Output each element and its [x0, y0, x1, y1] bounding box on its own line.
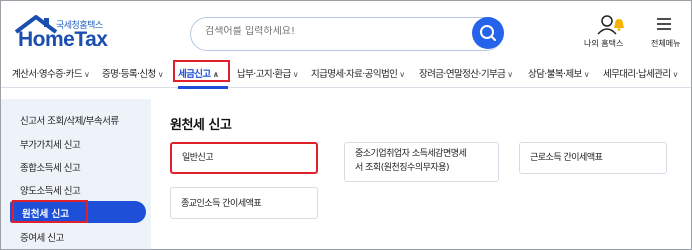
nav-item-payment-refund[interactable]: 납부·고지·환급 ∨: [237, 66, 299, 80]
chevron-down-icon: ∨: [583, 70, 590, 79]
chevron-down-icon: ∨: [399, 70, 405, 79]
card-sme-exemption-lookup[interactable]: 중소기업취업자 소득세감면명세 서 조회(원천징수의무자용): [344, 142, 499, 182]
page-title: 원천세 신고: [170, 118, 232, 133]
sidebar-item-filing-lookup[interactable]: 신고서 조회/삭제/부속서류: [20, 113, 119, 127]
search-icon: [480, 25, 496, 41]
card-general-filing[interactable]: 일반신고: [170, 142, 318, 174]
nav-item-certificate-registration[interactable]: 증명·등록·신청 ∨: [102, 66, 164, 80]
card-label-line2: 서 조회(원천징수의무자용): [355, 163, 449, 173]
nav-item-consultation-appeal[interactable]: 상담·불복·제보 ∨: [528, 66, 590, 80]
my-hometax-label: 나의 홈택스: [584, 39, 624, 48]
nav-item-incentive-yearend[interactable]: 장려금·연말정산·기부금 ∨: [419, 66, 513, 80]
hamburger-menu-icon: [657, 18, 671, 30]
chevron-down-icon: ∨: [672, 70, 679, 79]
nav-active-underline: [178, 86, 228, 89]
nav-item-tax-agent[interactable]: 세무대리·납세관리 ∨: [603, 66, 678, 80]
card-earned-income-table[interactable]: 근로소득 간이세액표: [519, 142, 667, 174]
nav-item-statements-data[interactable]: 지급명세·자료·공익법인 ∨: [311, 66, 405, 80]
all-menu-label: 전체메뉴: [651, 39, 681, 48]
logo-text: HomeTax: [18, 28, 108, 51]
sidebar-item-capital-gains[interactable]: 양도소득세 신고: [20, 183, 81, 197]
card-label: 종교인소득 간이세액표: [181, 199, 262, 209]
nav-item-invoice-receipt-card[interactable]: 계산서·영수증·카드 ∨: [12, 66, 90, 80]
search-button[interactable]: [472, 17, 504, 49]
card-label: 근로소득 간이세액표: [530, 153, 603, 163]
sidebar-item-vat[interactable]: 부가가치세 신고: [20, 137, 81, 151]
card-religious-income-table[interactable]: 종교인소득 간이세액표: [170, 187, 318, 219]
sidebar-highlight-box: [12, 200, 88, 223]
sidebar-item-gift-tax[interactable]: 증여세 신고: [20, 230, 64, 244]
card-label-line1: 중소기업취업자 소득세감면명세: [355, 149, 467, 159]
sidebar-item-income-tax[interactable]: 종합소득세 신고: [20, 160, 81, 174]
chevron-down-icon: ∨: [83, 70, 90, 79]
user-bell-icon: [597, 15, 624, 35]
search-input[interactable]: [205, 26, 455, 37]
nav-highlight-box: [173, 60, 230, 82]
search-box[interactable]: [190, 17, 503, 51]
chevron-down-icon: ∨: [507, 70, 513, 79]
chevron-down-icon: ∨: [292, 70, 299, 79]
chevron-down-icon: ∨: [157, 70, 164, 79]
card-label: 일반신고: [182, 153, 214, 163]
